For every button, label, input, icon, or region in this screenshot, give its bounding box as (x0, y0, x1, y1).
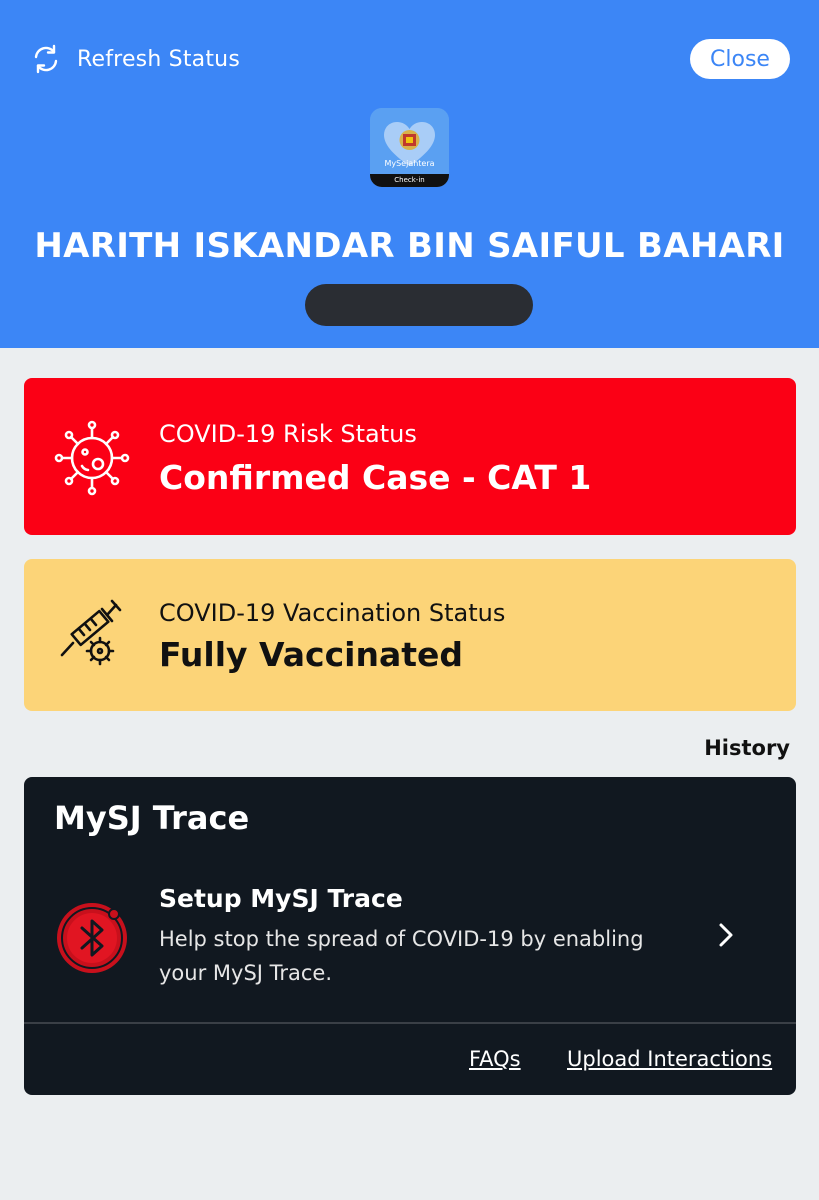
risk-status-card[interactable]: COVID-19 Risk Status Confirmed Case - CA… (24, 378, 796, 535)
refresh-status-button[interactable]: Refresh Status (30, 42, 240, 76)
setup-trace-description: Help stop the spread of COVID-19 by enab… (159, 927, 644, 985)
app-logo-name: MySejahtera (384, 159, 435, 168)
mysj-trace-card: MySJ Trace Setup MySJ Trace Help stop th… (24, 777, 796, 1095)
risk-status-label: COVID-19 Risk Status (159, 420, 417, 448)
header-banner: Refresh Status Close MySejahtera Check-i… (0, 0, 819, 348)
bluetooth-icon (57, 903, 127, 973)
setup-trace-title: Setup MySJ Trace (159, 884, 403, 913)
app-logo-caption: Check-in (394, 176, 425, 184)
risk-status-value: Confirmed Case - CAT 1 (159, 458, 592, 497)
setup-trace-row[interactable]: Setup MySJ Trace Help stop the spread of… (24, 872, 796, 1022)
upload-interactions-link[interactable]: Upload Interactions (567, 1047, 772, 1071)
user-name: HARITH ISKANDAR BIN SAIFUL BAHARI (34, 226, 785, 266)
refresh-status-label: Refresh Status (77, 46, 240, 72)
vaccination-status-card[interactable]: COVID-19 Vaccination Status Fully Vaccin… (24, 559, 796, 711)
refresh-icon (34, 44, 58, 74)
virus-icon (54, 420, 130, 496)
history-link[interactable]: History (700, 736, 790, 760)
vaccination-status-label: COVID-19 Vaccination Status (159, 599, 506, 627)
faqs-link[interactable]: FAQs (469, 1047, 521, 1071)
redacted-id-bar (305, 284, 533, 326)
chevron-right-icon (719, 923, 733, 947)
vaccine-syringe-icon (60, 599, 122, 666)
close-button[interactable]: Close (690, 39, 790, 79)
vaccination-status-value: Fully Vaccinated (159, 635, 463, 674)
trace-divider (24, 1022, 796, 1024)
trace-title: MySJ Trace (54, 799, 250, 837)
mysejahtera-app-logo: MySejahtera Check-in (370, 108, 449, 187)
